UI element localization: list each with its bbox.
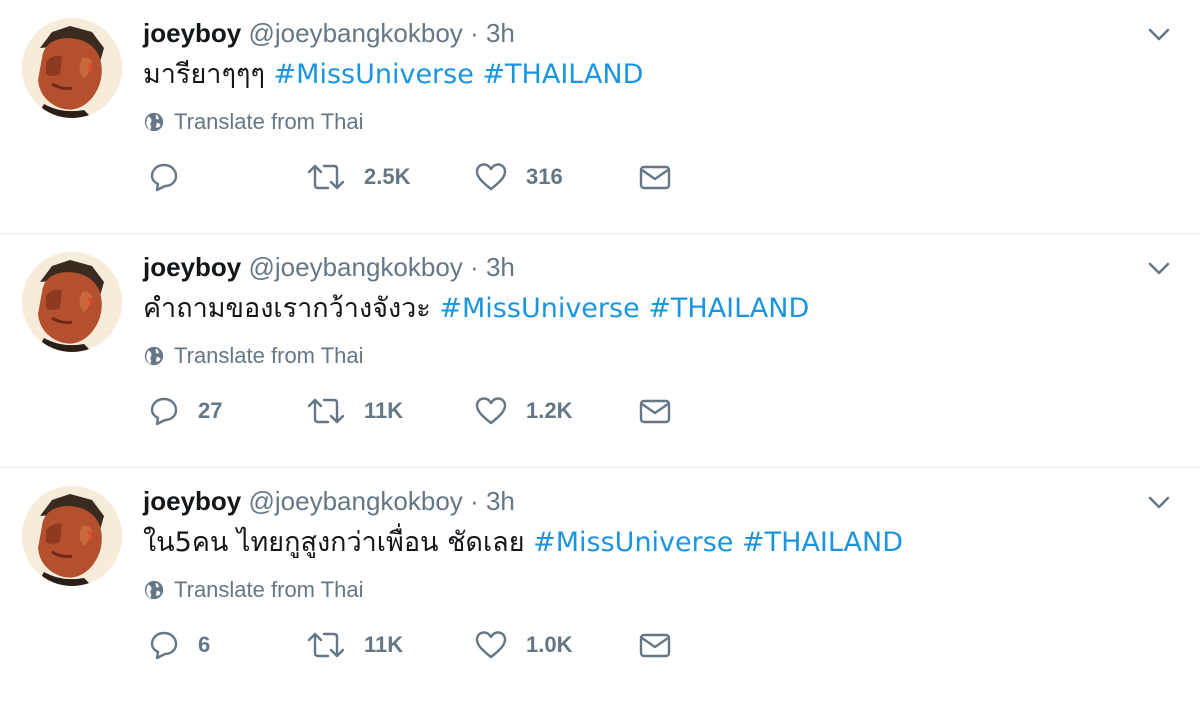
- reply-count: 6: [198, 632, 211, 657]
- tweet-header: joeyboy @joeybangkokboy · 3h: [143, 484, 1130, 518]
- translate-label: Translate from Thai: [174, 577, 364, 602]
- translate-label: Translate from Thai: [174, 343, 364, 368]
- tweet-timestamp[interactable]: 3h: [486, 18, 515, 48]
- user-fullname[interactable]: joeyboy: [143, 252, 241, 282]
- tweet-body-text: มารียาๆๆๆ: [143, 59, 274, 90]
- like-button[interactable]: 316: [474, 160, 563, 194]
- globe-icon: [144, 346, 164, 366]
- retweet-count: 2.5K: [364, 164, 411, 189]
- tweet[interactable]: joeyboy @joeybangkokboy · 3h มารียาๆๆๆ #…: [0, 0, 1200, 234]
- user-fullname[interactable]: joeyboy: [143, 18, 241, 48]
- user-fullname[interactable]: joeyboy: [143, 486, 241, 516]
- like-button[interactable]: 1.0K: [474, 628, 572, 662]
- reply-button[interactable]: 27: [148, 394, 222, 428]
- translate-link[interactable]: Translate from Thai: [143, 575, 1130, 605]
- reply-icon: [150, 631, 178, 660]
- tweet-timestamp[interactable]: 3h: [486, 252, 515, 282]
- retweet-count: 11K: [364, 632, 404, 657]
- hashtag-link[interactable]: #THAILAND: [648, 293, 809, 324]
- direct-message-button[interactable]: [638, 628, 672, 662]
- retweet-button[interactable]: 11K: [306, 628, 403, 662]
- tweet[interactable]: joeyboy @joeybangkokboy · 3h ใน5คน ไทยกู…: [0, 468, 1200, 702]
- retweet-button[interactable]: 11K: [306, 394, 403, 428]
- reply-button[interactable]: [148, 160, 198, 194]
- translate-label: Translate from Thai: [174, 109, 364, 134]
- chevron-down-icon[interactable]: [1146, 258, 1172, 278]
- retweet-icon: [307, 398, 345, 424]
- chevron-down-icon[interactable]: [1146, 24, 1172, 44]
- hashtag-link[interactable]: #THAILAND: [742, 527, 903, 558]
- direct-message-icon: [639, 633, 671, 658]
- avatar-image: [22, 252, 122, 352]
- like-icon: [475, 163, 507, 191]
- retweet-icon: [307, 164, 345, 190]
- reply-icon: [150, 163, 178, 192]
- avatar-image: [22, 18, 122, 118]
- tweet-header: joeyboy @joeybangkokboy · 3h: [143, 250, 1130, 284]
- direct-message-icon: [639, 399, 671, 424]
- translate-link[interactable]: Translate from Thai: [143, 341, 1130, 371]
- tweet-actions: 6 11K 1.0K: [148, 628, 748, 662]
- tweet-content: joeyboy @joeybangkokboy · 3h ใน5คน ไทยกู…: [143, 484, 1130, 605]
- reply-count: 27: [198, 398, 223, 423]
- user-handle[interactable]: @joeybangkokboy: [248, 486, 462, 516]
- globe-icon: [144, 580, 164, 600]
- tweet-text: มารียาๆๆๆ #MissUniverse #THAILAND: [143, 57, 1130, 93]
- like-count: 316: [526, 164, 563, 189]
- direct-message-button[interactable]: [638, 160, 672, 194]
- retweet-icon: [307, 632, 345, 658]
- avatar[interactable]: [22, 18, 122, 118]
- like-icon: [475, 397, 507, 425]
- tweet-text: คำถามของเรากว้างจังวะ #MissUniverse #THA…: [143, 291, 1130, 327]
- tweet-body-text: ใน5คน ไทยกูสูงกว่าเพื่อน ชัดเลย: [143, 527, 534, 558]
- tweet-text: ใน5คน ไทยกูสูงกว่าเพื่อน ชัดเลย #MissUni…: [143, 525, 1130, 561]
- direct-message-button[interactable]: [638, 394, 672, 428]
- reply-icon: [150, 397, 178, 426]
- chevron-down-icon[interactable]: [1146, 492, 1172, 512]
- hashtag-link[interactable]: #MissUniverse: [274, 59, 474, 90]
- retweet-button[interactable]: 2.5K: [306, 160, 410, 194]
- tweet-timestamp[interactable]: 3h: [486, 486, 515, 516]
- separator-dot: ·: [470, 18, 479, 48]
- tweet-body-text: คำถามของเรากว้างจังวะ: [143, 293, 440, 324]
- direct-message-icon: [639, 165, 671, 190]
- tweet[interactable]: joeyboy @joeybangkokboy · 3h คำถามของเรา…: [0, 234, 1200, 468]
- reply-button[interactable]: 6: [148, 628, 210, 662]
- like-icon: [475, 631, 507, 659]
- user-handle[interactable]: @joeybangkokboy: [248, 18, 462, 48]
- tweet-content: joeyboy @joeybangkokboy · 3h คำถามของเรา…: [143, 250, 1130, 371]
- like-button[interactable]: 1.2K: [474, 394, 572, 428]
- hashtag-link[interactable]: #MissUniverse: [439, 293, 639, 324]
- hashtag-link[interactable]: #MissUniverse: [533, 527, 733, 558]
- tweet-content: joeyboy @joeybangkokboy · 3h มารียาๆๆๆ #…: [143, 16, 1130, 137]
- separator-dot: ·: [470, 252, 479, 282]
- retweet-count: 11K: [364, 398, 404, 423]
- avatar-image: [22, 486, 122, 586]
- avatar[interactable]: [22, 252, 122, 352]
- like-count: 1.0K: [526, 632, 573, 657]
- separator-dot: ·: [470, 486, 479, 516]
- like-count: 1.2K: [526, 398, 573, 423]
- tweet-actions: 2.5K 316: [148, 160, 748, 194]
- tweet-header: joeyboy @joeybangkokboy · 3h: [143, 16, 1130, 50]
- tweet-feed: joeyboy @joeybangkokboy · 3h มารียาๆๆๆ #…: [0, 0, 1200, 697]
- avatar[interactable]: [22, 486, 122, 586]
- user-handle[interactable]: @joeybangkokboy: [248, 252, 462, 282]
- globe-icon: [144, 112, 164, 132]
- hashtag-link[interactable]: #THAILAND: [482, 59, 643, 90]
- tweet-actions: 27 11K 1.2K: [148, 394, 748, 428]
- translate-link[interactable]: Translate from Thai: [143, 107, 1130, 137]
